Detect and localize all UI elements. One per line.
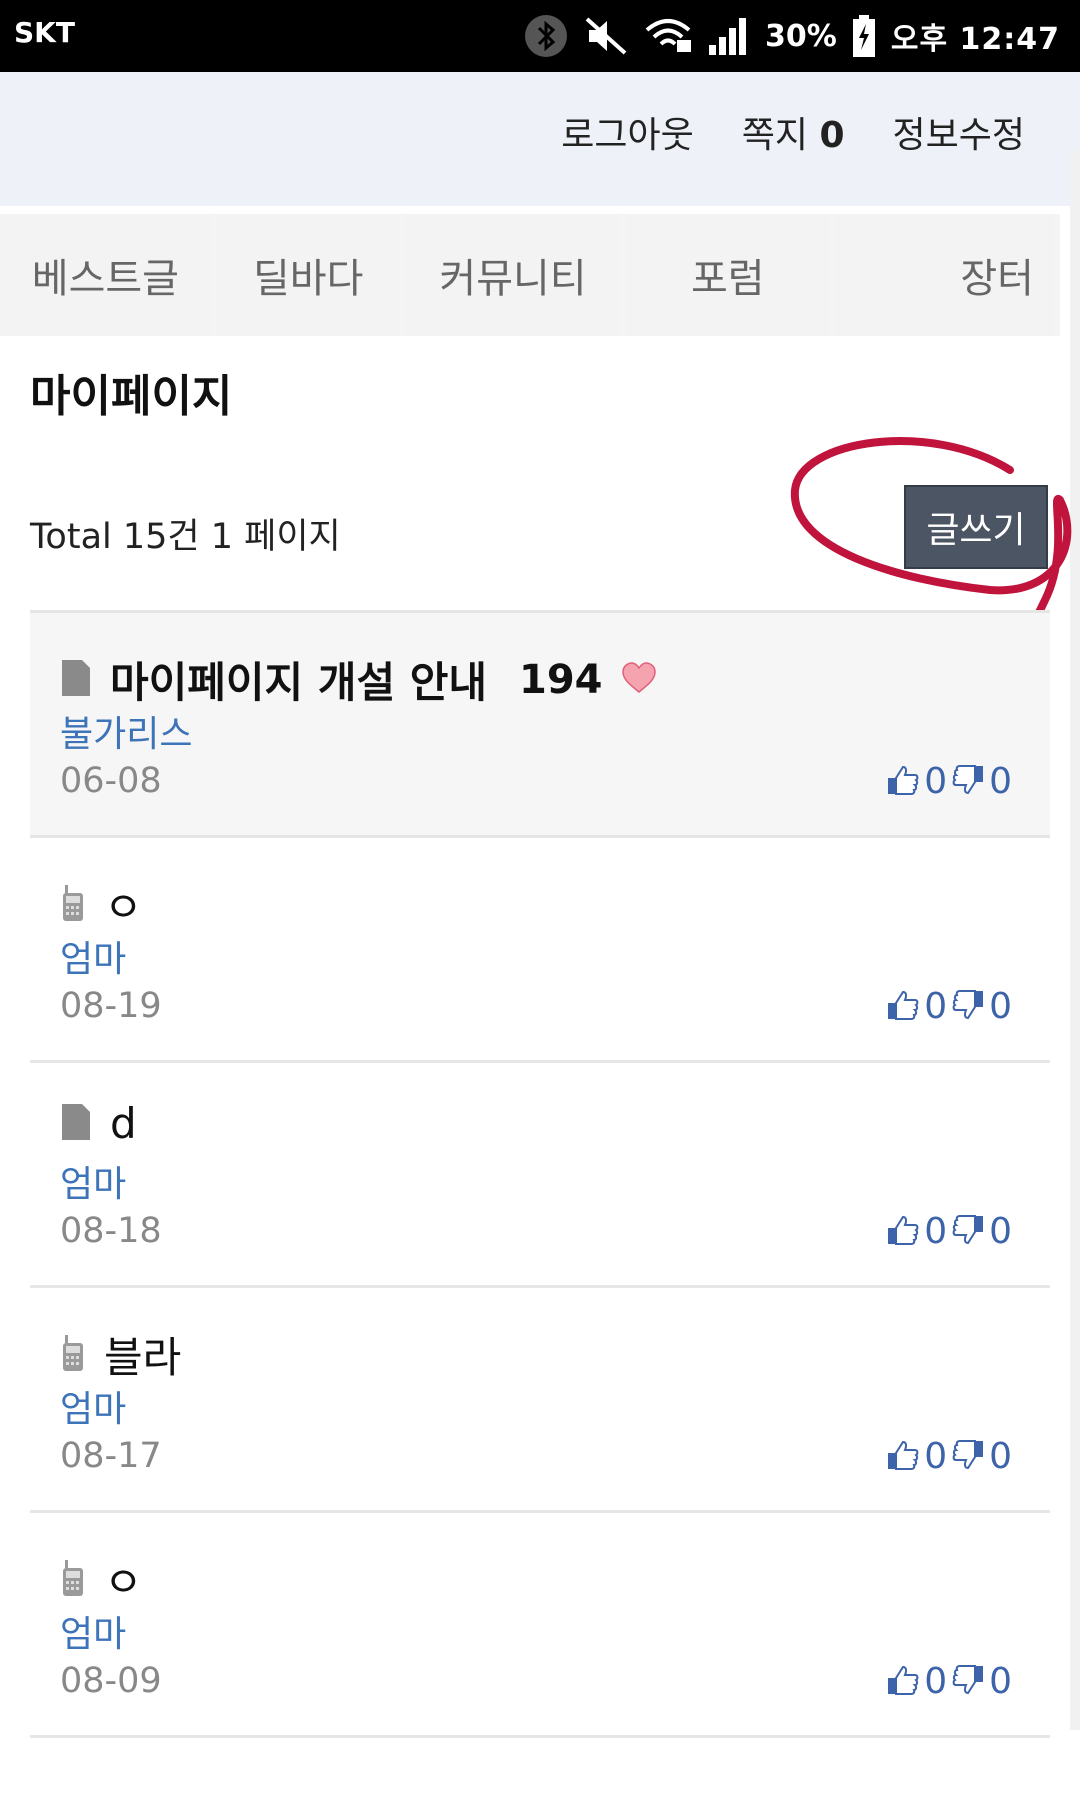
tab-forum[interactable]: 포럼: [626, 214, 830, 336]
thumbs-up-icon[interactable]: [886, 1439, 920, 1475]
comment-count: 194: [519, 656, 603, 703]
list-item[interactable]: ㅇ 엄마 08-19 0 0: [30, 838, 1050, 1063]
list-item[interactable]: d 엄마 08-18 0 0: [30, 1063, 1050, 1288]
like-count: 0: [924, 1436, 948, 1477]
dislike-count: 0: [989, 986, 1012, 1027]
post-title[interactable]: 블라: [104, 1324, 181, 1385]
logout-link[interactable]: 로그아웃: [561, 106, 693, 158]
heart-icon: [621, 661, 657, 699]
post-date: 08-17: [60, 1436, 162, 1476]
write-button[interactable]: 글쓰기: [904, 485, 1048, 569]
post-title[interactable]: 마이페이지 개설 안내: [110, 649, 487, 710]
scrollbar[interactable]: [1070, 150, 1080, 1730]
header-bar: 로그아웃 쪽지 0 정보수정: [0, 72, 1080, 206]
document-icon: [60, 658, 92, 702]
thumbs-down-icon[interactable]: [951, 764, 985, 800]
post-date: 08-09: [60, 1661, 162, 1701]
tab-dealbada[interactable]: 딜바다: [216, 214, 400, 336]
carrier-label: SKT: [14, 16, 75, 49]
battery-icon: [851, 14, 877, 58]
tab-community[interactable]: 커뮤니티: [405, 214, 621, 336]
battery-percent: 30%: [765, 18, 837, 54]
page-title: 마이페이지: [30, 371, 233, 422]
document-icon: [60, 1102, 92, 1146]
dislike-count: 0: [989, 1436, 1012, 1477]
messages-label: 쪽지: [741, 115, 808, 156]
dislike-count: 0: [989, 1211, 1012, 1252]
thumbs-down-icon[interactable]: [951, 1439, 985, 1475]
main-nav: 베스트글 딜바다 커뮤니티 포럼 장터: [0, 214, 1060, 336]
tab-market[interactable]: 장터: [835, 214, 1054, 336]
vote-counts: 0 0: [886, 1211, 1012, 1252]
mobile-icon: [60, 883, 86, 927]
post-title[interactable]: d: [110, 1099, 137, 1148]
like-count: 0: [924, 986, 948, 1027]
thumbs-up-icon[interactable]: [886, 1214, 920, 1250]
post-date: 08-18: [60, 1211, 162, 1251]
tab-best[interactable]: 베스트글: [0, 214, 211, 336]
messages-count: 0: [819, 115, 845, 156]
edit-profile-link[interactable]: 정보수정: [893, 106, 1025, 158]
thumbs-down-icon[interactable]: [951, 989, 985, 1025]
thumbs-down-icon[interactable]: [951, 1664, 985, 1700]
mobile-icon: [60, 1333, 86, 1377]
list-item[interactable]: 마이페이지 개설 안내 194 불가리스 06-08 0 0: [30, 613, 1050, 838]
post-author[interactable]: 엄마: [60, 930, 126, 982]
list-item[interactable]: ㅇ 엄마 08-09 0 0: [30, 1513, 1050, 1738]
dislike-count: 0: [989, 761, 1012, 802]
thumbs-up-icon[interactable]: [886, 989, 920, 1025]
thumbs-up-icon[interactable]: [886, 764, 920, 800]
post-author[interactable]: 엄마: [60, 1380, 126, 1432]
post-author[interactable]: 불가리스: [60, 705, 192, 757]
post-author[interactable]: 엄마: [60, 1605, 126, 1657]
like-count: 0: [924, 761, 948, 802]
status-bar: SKT 30% 오후 12:47: [0, 0, 1080, 72]
total-count: Total 15건 1 페이지: [30, 517, 341, 557]
post-title[interactable]: ㅇ: [104, 874, 143, 935]
like-count: 0: [924, 1211, 948, 1252]
vote-counts: 0 0: [886, 1661, 1012, 1702]
post-date: 08-19: [60, 986, 162, 1026]
vote-counts: 0 0: [886, 1436, 1012, 1477]
mute-icon: [583, 15, 629, 57]
post-list: 마이페이지 개설 안내 194 불가리스 06-08 0 0 ㅇ 엄마 08-1…: [30, 610, 1050, 1738]
clock: 오후 12:47: [890, 22, 1060, 57]
thumbs-down-icon[interactable]: [951, 1214, 985, 1250]
post-title[interactable]: ㅇ: [104, 1549, 143, 1610]
thumbs-up-icon[interactable]: [886, 1664, 920, 1700]
like-count: 0: [924, 1661, 948, 1702]
vote-counts: 0 0: [886, 986, 1012, 1027]
dislike-count: 0: [989, 1661, 1012, 1702]
post-date: 06-08: [60, 761, 162, 801]
wifi-icon: [643, 16, 693, 56]
vote-counts: 0 0: [886, 761, 1012, 802]
list-item[interactable]: 블라 엄마 08-17 0 0: [30, 1288, 1050, 1513]
signal-icon: [707, 15, 751, 57]
mobile-icon: [60, 1558, 86, 1602]
messages-link[interactable]: 쪽지 0: [742, 106, 845, 158]
post-author[interactable]: 엄마: [60, 1155, 126, 1207]
bluetooth-icon: [523, 13, 569, 59]
